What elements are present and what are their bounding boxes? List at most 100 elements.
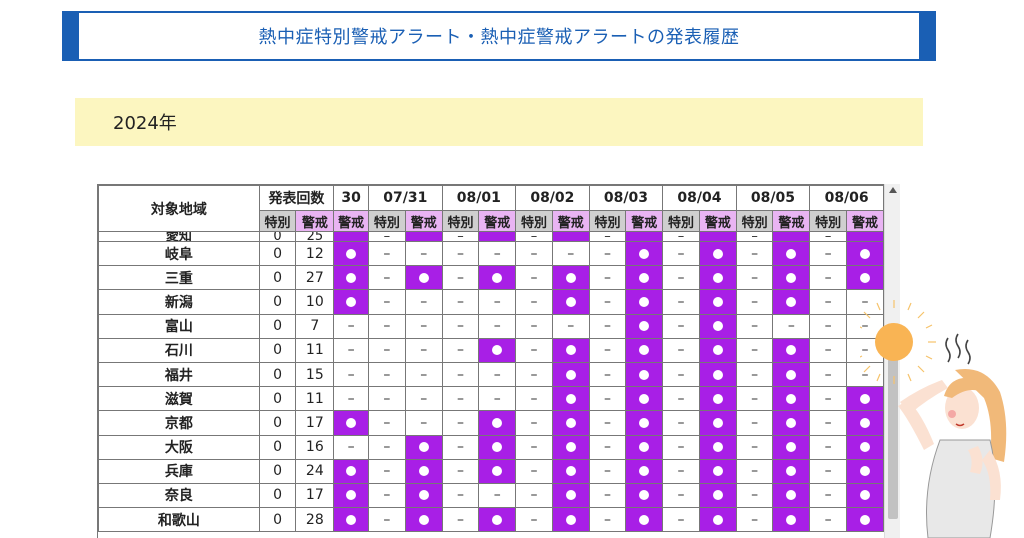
alert-dot-icon (639, 321, 650, 332)
warning-alert-cell (333, 458, 370, 484)
alert-dot-icon (639, 369, 650, 380)
warning-alert-cell: – (478, 386, 517, 412)
date-special-header: 特別 (441, 210, 480, 232)
region-name: 岐阜 (98, 240, 260, 267)
special-alert-cell: – (809, 337, 847, 363)
alert-history-table: 対象地域 発表回数 30 07/31 08/01 08/02 08/03 08/… (98, 185, 884, 533)
count-warning-header: 警戒 (295, 210, 335, 232)
warning-alert-cell (698, 240, 737, 267)
special-alert-cell: – (735, 482, 774, 509)
warning-count: 27 (295, 265, 335, 291)
special-alert-cell: – (662, 231, 700, 242)
warning-alert-cell (846, 240, 884, 267)
special-alert-cell: – (441, 361, 480, 388)
alert-dot-icon (565, 514, 576, 525)
warning-alert-cell (478, 410, 517, 436)
table-row: 京都 0 17– – – – – – – – (98, 410, 884, 436)
region-name: 愛知 (98, 231, 260, 242)
scroll-up-arrow-icon[interactable] (889, 187, 897, 193)
alert-dot-icon (565, 442, 576, 453)
alert-dot-icon (712, 490, 723, 501)
special-alert-cell: – (441, 507, 480, 533)
alert-dot-icon (712, 296, 723, 307)
special-alert-cell: – (441, 240, 480, 267)
warning-alert-cell (625, 265, 664, 291)
special-alert-cell: – (809, 386, 847, 412)
alert-dot-icon (712, 321, 723, 332)
special-alert-cell: – (809, 507, 847, 533)
warning-alert-cell (551, 482, 590, 509)
warning-count: 12 (295, 240, 335, 267)
warning-alert-cell (625, 507, 664, 533)
year-section-header[interactable]: 2024年 (75, 98, 923, 146)
warning-alert-cell (772, 240, 811, 267)
warning-alert-cell (698, 434, 737, 460)
region-name: 三重 (98, 265, 260, 291)
special-count: 0 (258, 265, 297, 291)
warning-count: 17 (295, 482, 335, 509)
warning-alert-cell (333, 410, 370, 436)
alert-dot-icon (712, 466, 723, 477)
alert-dot-icon (492, 272, 503, 283)
alert-dot-icon (346, 490, 357, 501)
special-alert-cell: – (588, 386, 627, 412)
alert-dot-icon (639, 514, 650, 525)
warning-alert-cell (404, 482, 443, 509)
special-alert-cell: – (441, 410, 480, 436)
warning-alert-cell (478, 337, 517, 363)
special-alert-cell: – (809, 458, 847, 484)
alert-dot-icon (418, 442, 429, 453)
warning-alert-cell (698, 313, 737, 339)
date-special-header: 特別 (368, 210, 406, 232)
alert-dot-icon (418, 514, 429, 525)
date-header: 08/01 (441, 185, 517, 211)
date-warning-header: 警戒 (625, 210, 664, 232)
alert-dot-icon (712, 248, 723, 259)
alert-dot-icon (712, 272, 723, 283)
special-count: 0 (258, 386, 297, 412)
special-alert-cell: – (662, 337, 700, 363)
date-special-header: 特別 (662, 210, 700, 232)
special-alert-cell: – (441, 434, 480, 460)
alert-dot-icon (639, 272, 650, 283)
date-special-header: 特別 (809, 210, 847, 232)
warning-count: 17 (295, 410, 335, 436)
alert-dot-icon (639, 417, 650, 428)
alert-history-table-container[interactable]: 対象地域 発表回数 30 07/31 08/01 08/02 08/03 08/… (97, 184, 884, 538)
special-alert-cell: – (809, 410, 847, 436)
warning-count: 24 (295, 458, 335, 484)
warning-alert-cell (333, 265, 370, 291)
warning-alert-cell: – (404, 386, 443, 412)
region-name: 福井 (98, 361, 260, 388)
warning-alert-cell (551, 410, 590, 436)
warning-alert-cell (698, 386, 737, 412)
special-alert-cell: – (809, 361, 847, 388)
alert-dot-icon (712, 393, 723, 404)
warning-alert-cell (625, 434, 664, 460)
date-warning-header: 警戒 (404, 210, 443, 232)
warning-count: 16 (295, 434, 335, 460)
table-row: 福井 0 15– – – – – – – – – – – (98, 361, 884, 388)
special-alert-cell: – (368, 361, 406, 388)
special-alert-cell: – (735, 231, 774, 242)
alert-dot-icon (786, 417, 797, 428)
warning-alert-cell: – (404, 313, 443, 339)
alert-dot-icon (639, 466, 650, 477)
alert-dot-icon (786, 393, 797, 404)
alert-dot-icon (565, 393, 576, 404)
warning-alert-cell (772, 410, 811, 436)
special-alert-cell: – (368, 410, 406, 436)
date-header: 07/31 (368, 185, 443, 211)
special-count: 0 (258, 434, 297, 460)
date-warning-header: 警戒 (478, 210, 517, 232)
special-alert-cell: – (588, 434, 627, 460)
special-alert-cell: – (588, 337, 627, 363)
alert-dot-icon (565, 417, 576, 428)
warning-alert-cell (551, 231, 590, 242)
warning-alert-cell (698, 361, 737, 388)
special-alert-cell: – (515, 313, 553, 339)
alert-dot-icon (565, 296, 576, 307)
special-alert-cell: – (441, 265, 480, 291)
alert-dot-icon (786, 345, 797, 356)
special-alert-cell: – (515, 231, 553, 242)
